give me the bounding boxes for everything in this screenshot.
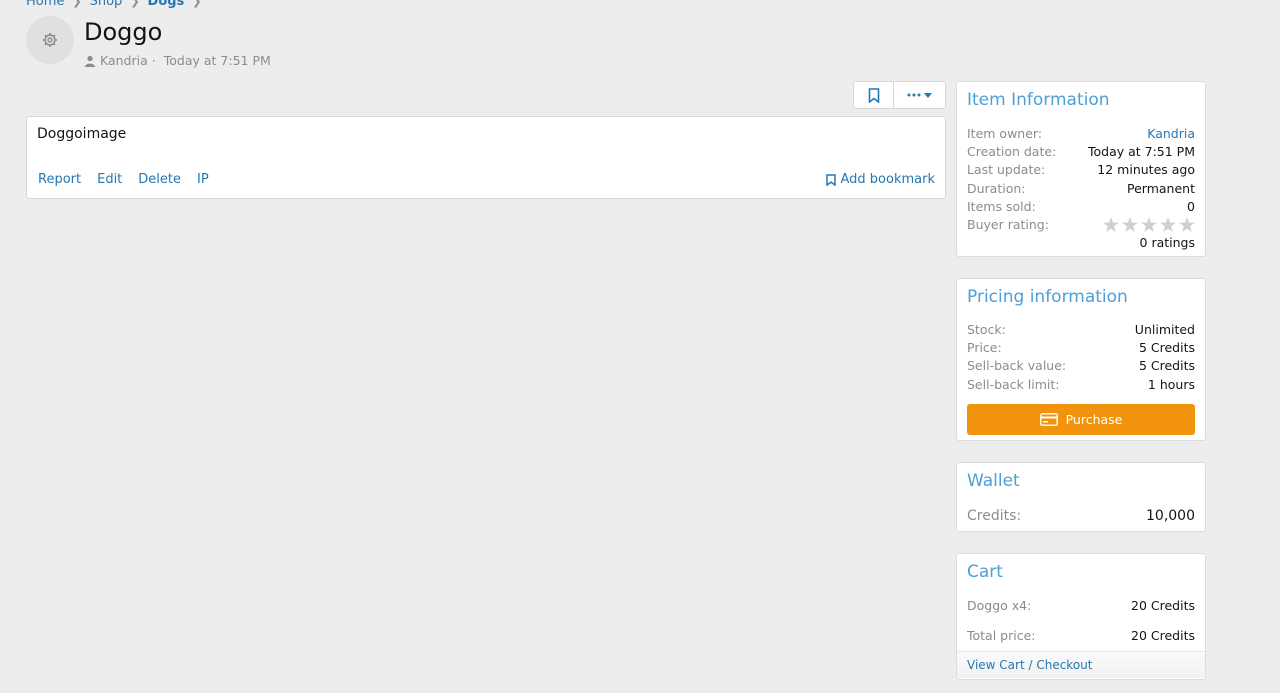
cart-item-value: 20 Credits xyxy=(1131,597,1195,613)
price-value: 5 Credits xyxy=(1138,358,1195,374)
cart-footer: View Cart / Checkout xyxy=(957,650,1205,678)
wallet-value: 10,000 xyxy=(1146,508,1195,524)
edit-link[interactable]: Edit xyxy=(97,172,122,187)
info-label: Last update: xyxy=(967,162,1046,178)
info-value: 0 xyxy=(1187,198,1195,214)
owner-link[interactable]: Kandria xyxy=(1147,126,1195,141)
pricing-information-title: Pricing information xyxy=(967,287,1128,307)
credit-card-icon xyxy=(1039,413,1058,427)
breadcrumb-shop[interactable]: Shop xyxy=(90,0,123,9)
price-row-price: Price: 5 Credits xyxy=(957,338,1205,356)
report-link[interactable]: Report xyxy=(38,172,81,187)
wallet-block: Wallet Credits: 10,000 xyxy=(956,462,1206,532)
chevron-right-icon: ❯ xyxy=(130,0,140,8)
price-label: Sell-back value: xyxy=(967,358,1067,374)
price-value: 5 Credits xyxy=(1138,339,1195,355)
breadcrumb-home[interactable]: Home xyxy=(26,0,64,9)
more-options-button[interactable] xyxy=(894,81,946,109)
cart-total-value: 20 Credits xyxy=(1131,627,1195,643)
star-icon xyxy=(1103,217,1119,233)
breadcrumb-dogs[interactable]: Dogs xyxy=(148,0,185,9)
info-row-update: Last update: 12 minutes ago xyxy=(957,161,1205,179)
price-row-sellback-value: Sell-back value: 5 Credits xyxy=(957,357,1205,375)
add-bookmark-label: Add bookmark xyxy=(840,172,936,187)
star-icon xyxy=(1141,217,1157,233)
info-label: Duration: xyxy=(967,180,1026,196)
item-information-block: Item Information Item owner: Kandria Cre… xyxy=(956,81,1206,257)
price-row-sellback-limit: Sell-back limit: 1 hours xyxy=(957,375,1205,393)
info-row-duration: Duration: Permanent xyxy=(957,179,1205,197)
info-label: Items sold: xyxy=(967,198,1036,214)
star-icon xyxy=(1179,217,1195,233)
item-description-post: Doggoimage Report Edit Delete IP Add boo… xyxy=(26,116,946,199)
star-icon xyxy=(1160,217,1176,233)
info-value: Permanent xyxy=(1127,180,1195,196)
ratings-count: 0 ratings xyxy=(1139,235,1195,251)
cart-item-label: Doggo x4: xyxy=(967,597,1032,613)
info-row-creation: Creation date: Today at 7:51 PM xyxy=(957,142,1205,160)
item-action-bar xyxy=(853,81,946,109)
ellipsis-icon xyxy=(907,93,921,97)
info-value: Today at 7:51 PM xyxy=(1087,143,1195,159)
cart-title: Cart xyxy=(967,562,1003,582)
breadcrumb: Home ❯ Shop ❯ Dogs ❯ xyxy=(26,0,202,9)
post-actions: Report Edit Delete IP xyxy=(38,172,209,187)
price-label: Stock: xyxy=(967,321,1006,337)
info-label: Creation date: xyxy=(967,143,1057,159)
delete-link[interactable]: Delete xyxy=(138,172,181,187)
info-row-sold: Items sold: 0 xyxy=(957,197,1205,215)
bookmark-icon xyxy=(825,173,836,186)
info-label: Buyer rating: xyxy=(967,217,1049,233)
price-label: Sell-back limit: xyxy=(967,376,1060,392)
ip-link[interactable]: IP xyxy=(197,172,209,187)
pricing-information-block: Pricing information Stock: Unlimited Pri… xyxy=(956,278,1206,441)
author-link[interactable]: Kandria xyxy=(100,53,148,68)
info-value: 12 minutes ago xyxy=(1097,162,1195,178)
item-information-title: Item Information xyxy=(967,90,1110,110)
info-row-ratings-count: 0 ratings xyxy=(957,234,1205,252)
price-row-stock: Stock: Unlimited xyxy=(957,320,1205,338)
creation-date: Today at 7:51 PM xyxy=(163,53,271,68)
info-row-rating: Buyer rating: xyxy=(957,215,1205,233)
price-label: Price: xyxy=(967,339,1002,355)
star-icon xyxy=(1122,217,1138,233)
info-label: Item owner: xyxy=(967,125,1043,141)
cart-total-label: Total price: xyxy=(967,627,1036,643)
meta-separator: · xyxy=(151,53,156,68)
wallet-label: Credits: xyxy=(967,508,1022,524)
item-meta: Kandria · Today at 7:51 PM xyxy=(84,53,271,68)
purchase-label: Purchase xyxy=(1065,412,1123,428)
rating-stars xyxy=(1103,217,1195,233)
cart-block: Cart Doggo x4: 20 Credits Total price: 2… xyxy=(956,553,1206,680)
post-body: Doggoimage xyxy=(37,126,127,142)
add-bookmark-link[interactable]: Add bookmark xyxy=(825,172,936,187)
page-title: Doggo xyxy=(84,18,163,46)
view-cart-checkout-link[interactable]: View Cart / Checkout xyxy=(967,658,1092,672)
user-icon xyxy=(85,55,95,67)
cart-row-total: Total price: 20 Credits xyxy=(957,626,1205,644)
wallet-row-credits: Credits: 10,000 xyxy=(957,505,1205,527)
bookmark-button[interactable] xyxy=(853,81,894,109)
price-value: 1 hours xyxy=(1147,376,1195,392)
info-row-owner: Item owner: Kandria xyxy=(957,124,1205,142)
gear-icon xyxy=(43,33,57,47)
cart-row-item: Doggo x4: 20 Credits xyxy=(957,596,1205,614)
wallet-title: Wallet xyxy=(967,471,1020,491)
bookmark-icon xyxy=(868,87,879,103)
chevron-right-icon: ❯ xyxy=(72,0,82,8)
chevron-right-icon: ❯ xyxy=(192,0,202,8)
item-avatar[interactable] xyxy=(26,16,74,64)
price-value: Unlimited xyxy=(1134,321,1195,337)
caret-down-icon xyxy=(924,92,932,98)
purchase-button[interactable]: Purchase xyxy=(967,404,1195,436)
